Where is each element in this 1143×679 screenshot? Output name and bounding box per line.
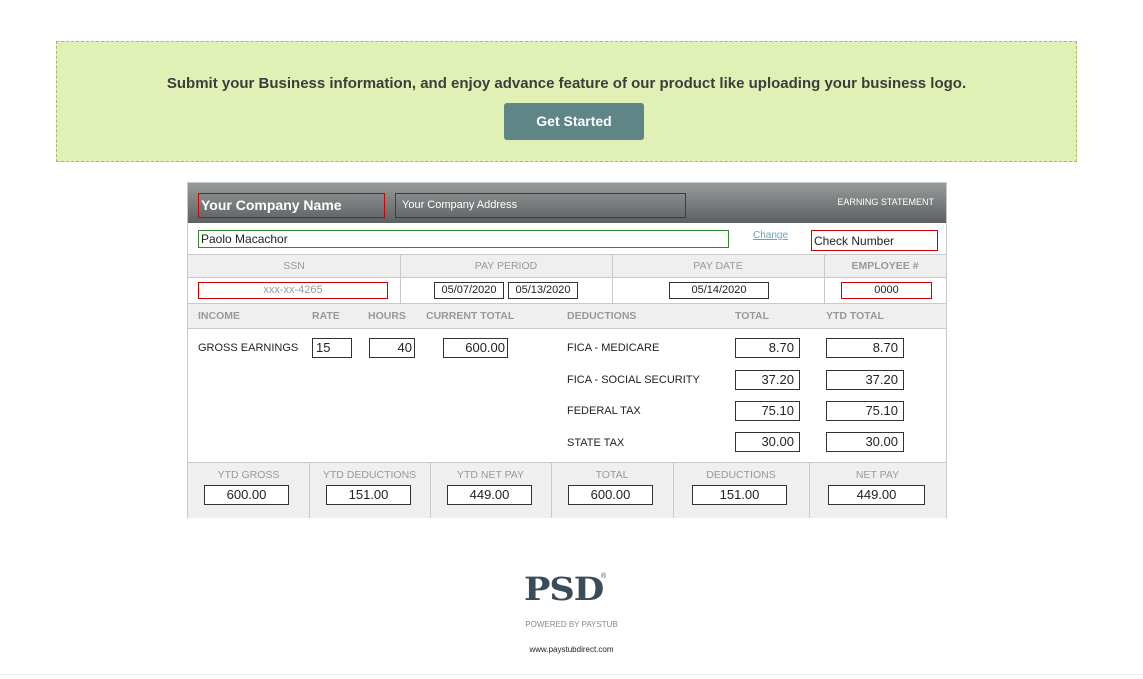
section-header-row: INCOME RATE HOURS CURRENT TOTAL DEDUCTIO… <box>188 303 946 329</box>
deduction-total-field[interactable]: 37.20 <box>735 370 800 390</box>
employee-name-field[interactable]: Paolo Macachor <box>198 230 729 248</box>
deduction-total-field[interactable]: 30.00 <box>735 432 800 452</box>
total-header: TOTAL <box>735 310 770 322</box>
get-started-button[interactable]: Get Started <box>504 103 644 140</box>
summary-row: YTD GROSS YTD DEDUCTIONS YTD NET PAY TOT… <box>188 462 946 518</box>
total-label: TOTAL <box>595 469 629 481</box>
deduction-ytd-field[interactable]: 37.20 <box>826 370 904 390</box>
deduction-total-field[interactable]: 8.70 <box>735 338 800 358</box>
divider <box>551 463 552 518</box>
deduction-ytd-field[interactable]: 75.10 <box>826 401 904 421</box>
info-header-row: SSN PAY PERIOD PAY DATE EMPLOYEE # <box>188 254 946 278</box>
gross-earnings-label: GROSS EARNINGS <box>198 342 299 354</box>
ytd-total-header: YTD TOTAL <box>826 310 884 322</box>
deductions-label: DEDUCTIONS <box>706 469 776 481</box>
ytd-deductions-field[interactable]: 151.00 <box>326 485 411 505</box>
employee-number-field[interactable]: 0000 <box>841 282 932 299</box>
deduction-ytd-field[interactable]: 30.00 <box>826 432 904 452</box>
ytd-gross-field[interactable]: 600.00 <box>204 485 289 505</box>
divider <box>309 463 310 518</box>
psd-logo: PSD <box>524 570 604 608</box>
ytd-net-pay-field[interactable]: 449.00 <box>447 485 532 505</box>
earning-statement: Your Company Name Your Company Address E… <box>187 182 947 518</box>
rate-header: RATE <box>312 310 340 322</box>
ytd-net-pay-label: YTD NET PAY <box>456 469 525 481</box>
pay-period-header: PAY PERIOD <box>474 260 538 272</box>
rate-field[interactable]: 15 <box>312 338 352 358</box>
divider <box>400 254 401 303</box>
ssn-field[interactable]: xxx-xx-4265 <box>198 282 388 299</box>
divider <box>673 463 674 518</box>
deduction-ytd-field[interactable]: 8.70 <box>826 338 904 358</box>
ssn-header: SSN <box>283 260 305 272</box>
net-pay-field[interactable]: 449.00 <box>828 485 925 505</box>
deduction-label: FEDERAL TAX <box>567 405 641 417</box>
deduction-label: FICA - MEDICARE <box>567 342 660 354</box>
company-name-field[interactable]: Your Company Name <box>198 193 385 218</box>
pay-period-end-field[interactable]: 05/13/2020 <box>508 282 578 299</box>
net-pay-label: NET PAY <box>855 469 900 481</box>
deductions-field[interactable]: 151.00 <box>692 485 787 505</box>
deduction-label: STATE TAX <box>567 437 625 449</box>
pay-date-header: PAY DATE <box>693 260 743 272</box>
employee-number-header: EMPLOYEE # <box>851 260 919 272</box>
divider <box>809 463 810 518</box>
change-link[interactable]: Change <box>753 230 788 241</box>
divider <box>430 463 431 518</box>
pay-period-start-field[interactable]: 05/07/2020 <box>434 282 504 299</box>
registered-mark: ® <box>601 573 607 580</box>
total-field[interactable]: 600.00 <box>568 485 653 505</box>
ytd-gross-label: YTD GROSS <box>217 469 280 481</box>
check-number-field[interactable]: Check Number <box>811 230 938 251</box>
deductions-header: DEDUCTIONS <box>567 310 637 322</box>
divider <box>824 254 825 303</box>
earning-statement-label: EARNING STATEMENT <box>837 197 934 207</box>
current-total-header: CURRENT TOTAL <box>426 310 515 322</box>
hours-field[interactable]: 40 <box>369 338 415 358</box>
current-total-field[interactable]: 600.00 <box>443 338 508 358</box>
hours-header: HOURS <box>368 310 406 322</box>
deduction-label: FICA - SOCIAL SECURITY <box>567 374 700 386</box>
site-url[interactable]: www.paystubdirect.com <box>0 645 1143 654</box>
divider <box>612 254 613 303</box>
stub-header: Your Company Name Your Company Address E… <box>188 183 946 223</box>
promo-banner: Submit your Business information, and en… <box>56 41 1077 162</box>
company-address-field[interactable]: Your Company Address <box>395 193 686 218</box>
page-divider <box>0 674 1143 675</box>
promo-message: Submit your Business information, and en… <box>166 75 967 92</box>
income-header: INCOME <box>198 310 240 322</box>
ytd-deductions-label: YTD DEDUCTIONS <box>322 469 417 481</box>
powered-by-text: POWERED BY PAYSTUB <box>525 620 618 629</box>
deduction-total-field[interactable]: 75.10 <box>735 401 800 421</box>
pay-date-field[interactable]: 05/14/2020 <box>669 282 769 299</box>
